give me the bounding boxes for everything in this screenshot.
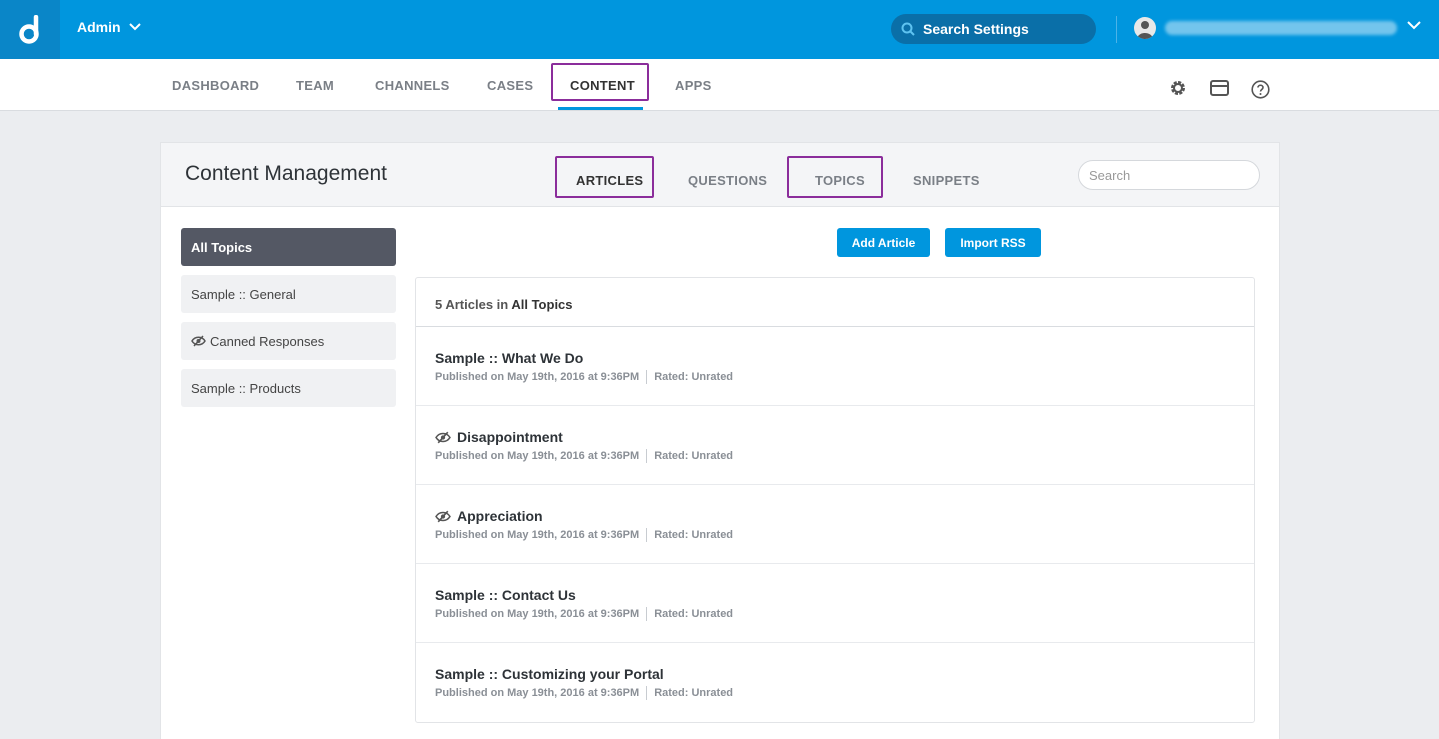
sidebar-item-sample-general[interactable]: Sample :: General: [181, 275, 396, 313]
sidebar-item-label: All Topics: [191, 239, 253, 255]
article-rating: Rated: Unrated: [654, 687, 734, 699]
search-icon: [901, 22, 915, 36]
highlight-box: [787, 156, 883, 198]
article-published: Published on May 19th, 2016 at 9:36PM: [435, 371, 640, 383]
import-rss-button[interactable]: Import RSS: [945, 228, 1041, 257]
article-rating: Rated: Unrated: [654, 529, 734, 541]
highlight-box: [555, 156, 654, 198]
list-item[interactable]: Sample :: Contact Us Published on May 19…: [416, 564, 1254, 643]
gear-icon[interactable]: [1169, 79, 1187, 97]
article-rating: Rated: Unrated: [654, 450, 734, 462]
list-item[interactable]: Appreciation Published on May 19th, 2016…: [416, 485, 1254, 564]
sidebar-item-all-topics[interactable]: All Topics: [181, 228, 396, 266]
content-management-panel: Content Management ARTICLES QUESTIONS TO…: [160, 142, 1280, 739]
nav-dashboard[interactable]: DASHBOARD: [172, 78, 259, 93]
article-published: Published on May 19th, 2016 at 9:36PM: [435, 687, 640, 699]
search-settings-box: [891, 14, 1096, 44]
add-article-button[interactable]: Add Article: [837, 228, 930, 257]
top-bar: Admin: [0, 0, 1439, 59]
desk-logo-icon[interactable]: [0, 0, 60, 59]
highlight-box: [551, 63, 649, 101]
article-count: 5 Articles in: [435, 297, 509, 312]
main-nav: DASHBOARD TEAM CHANNELS CASES CONTENT AP…: [0, 59, 1439, 111]
list-item[interactable]: Disappointment Published on May 19th, 20…: [416, 406, 1254, 485]
article-count-topic: All Topics: [511, 297, 573, 312]
admin-menu[interactable]: Admin: [77, 19, 141, 35]
sidebar-item-label: Sample :: Products: [191, 380, 301, 396]
sidebar-item-label: Sample :: General: [191, 286, 296, 302]
article-list: 5 Articles in All Topics Sample :: What …: [415, 277, 1255, 723]
avatar[interactable]: [1134, 17, 1156, 39]
nav-channels[interactable]: CHANNELS: [375, 78, 450, 93]
page-title: Content Management: [185, 162, 387, 185]
chevron-down-icon[interactable]: [1407, 21, 1421, 30]
article-published: Published on May 19th, 2016 at 9:36PM: [435, 608, 640, 620]
list-item[interactable]: Sample :: Customizing your Portal Publis…: [416, 643, 1254, 722]
tab-questions[interactable]: QUESTIONS: [688, 173, 767, 188]
eye-slash-icon: [191, 335, 206, 347]
list-item[interactable]: Sample :: What We Do Published on May 19…: [416, 327, 1254, 406]
tab-snippets[interactable]: SNIPPETS: [913, 173, 980, 188]
eye-slash-icon: [435, 510, 451, 522]
divider: [1116, 16, 1117, 43]
eye-slash-icon: [435, 431, 451, 443]
admin-label: Admin: [77, 19, 121, 35]
panel-header: Content Management ARTICLES QUESTIONS TO…: [161, 143, 1279, 207]
article-rating: Rated: Unrated: [654, 371, 734, 383]
help-icon[interactable]: [1251, 80, 1270, 99]
user-email-blurred[interactable]: [1165, 21, 1397, 35]
sidebar-item-canned-responses[interactable]: Canned Responses: [181, 322, 396, 360]
content-search-input[interactable]: [1078, 160, 1260, 190]
search-settings-input[interactable]: [923, 21, 1083, 37]
billing-card-icon[interactable]: [1210, 80, 1229, 96]
article-published: Published on May 19th, 2016 at 9:36PM: [435, 529, 640, 541]
article-title[interactable]: Appreciation: [457, 508, 543, 524]
active-tab-indicator: [558, 107, 643, 110]
sidebar-item-sample-products[interactable]: Sample :: Products: [181, 369, 396, 407]
nav-cases[interactable]: CASES: [487, 78, 533, 93]
article-title[interactable]: Sample :: Contact Us: [435, 587, 576, 603]
article-rating: Rated: Unrated: [654, 608, 734, 620]
article-count-header: 5 Articles in All Topics: [416, 278, 1254, 327]
nav-team[interactable]: TEAM: [296, 78, 334, 93]
nav-apps[interactable]: APPS: [675, 78, 712, 93]
article-published: Published on May 19th, 2016 at 9:36PM: [435, 450, 640, 462]
article-title[interactable]: Disappointment: [457, 429, 563, 445]
article-title[interactable]: Sample :: Customizing your Portal: [435, 666, 664, 682]
article-title[interactable]: Sample :: What We Do: [435, 350, 583, 366]
sidebar-item-label: Canned Responses: [210, 333, 325, 349]
chevron-down-icon: [128, 23, 141, 31]
